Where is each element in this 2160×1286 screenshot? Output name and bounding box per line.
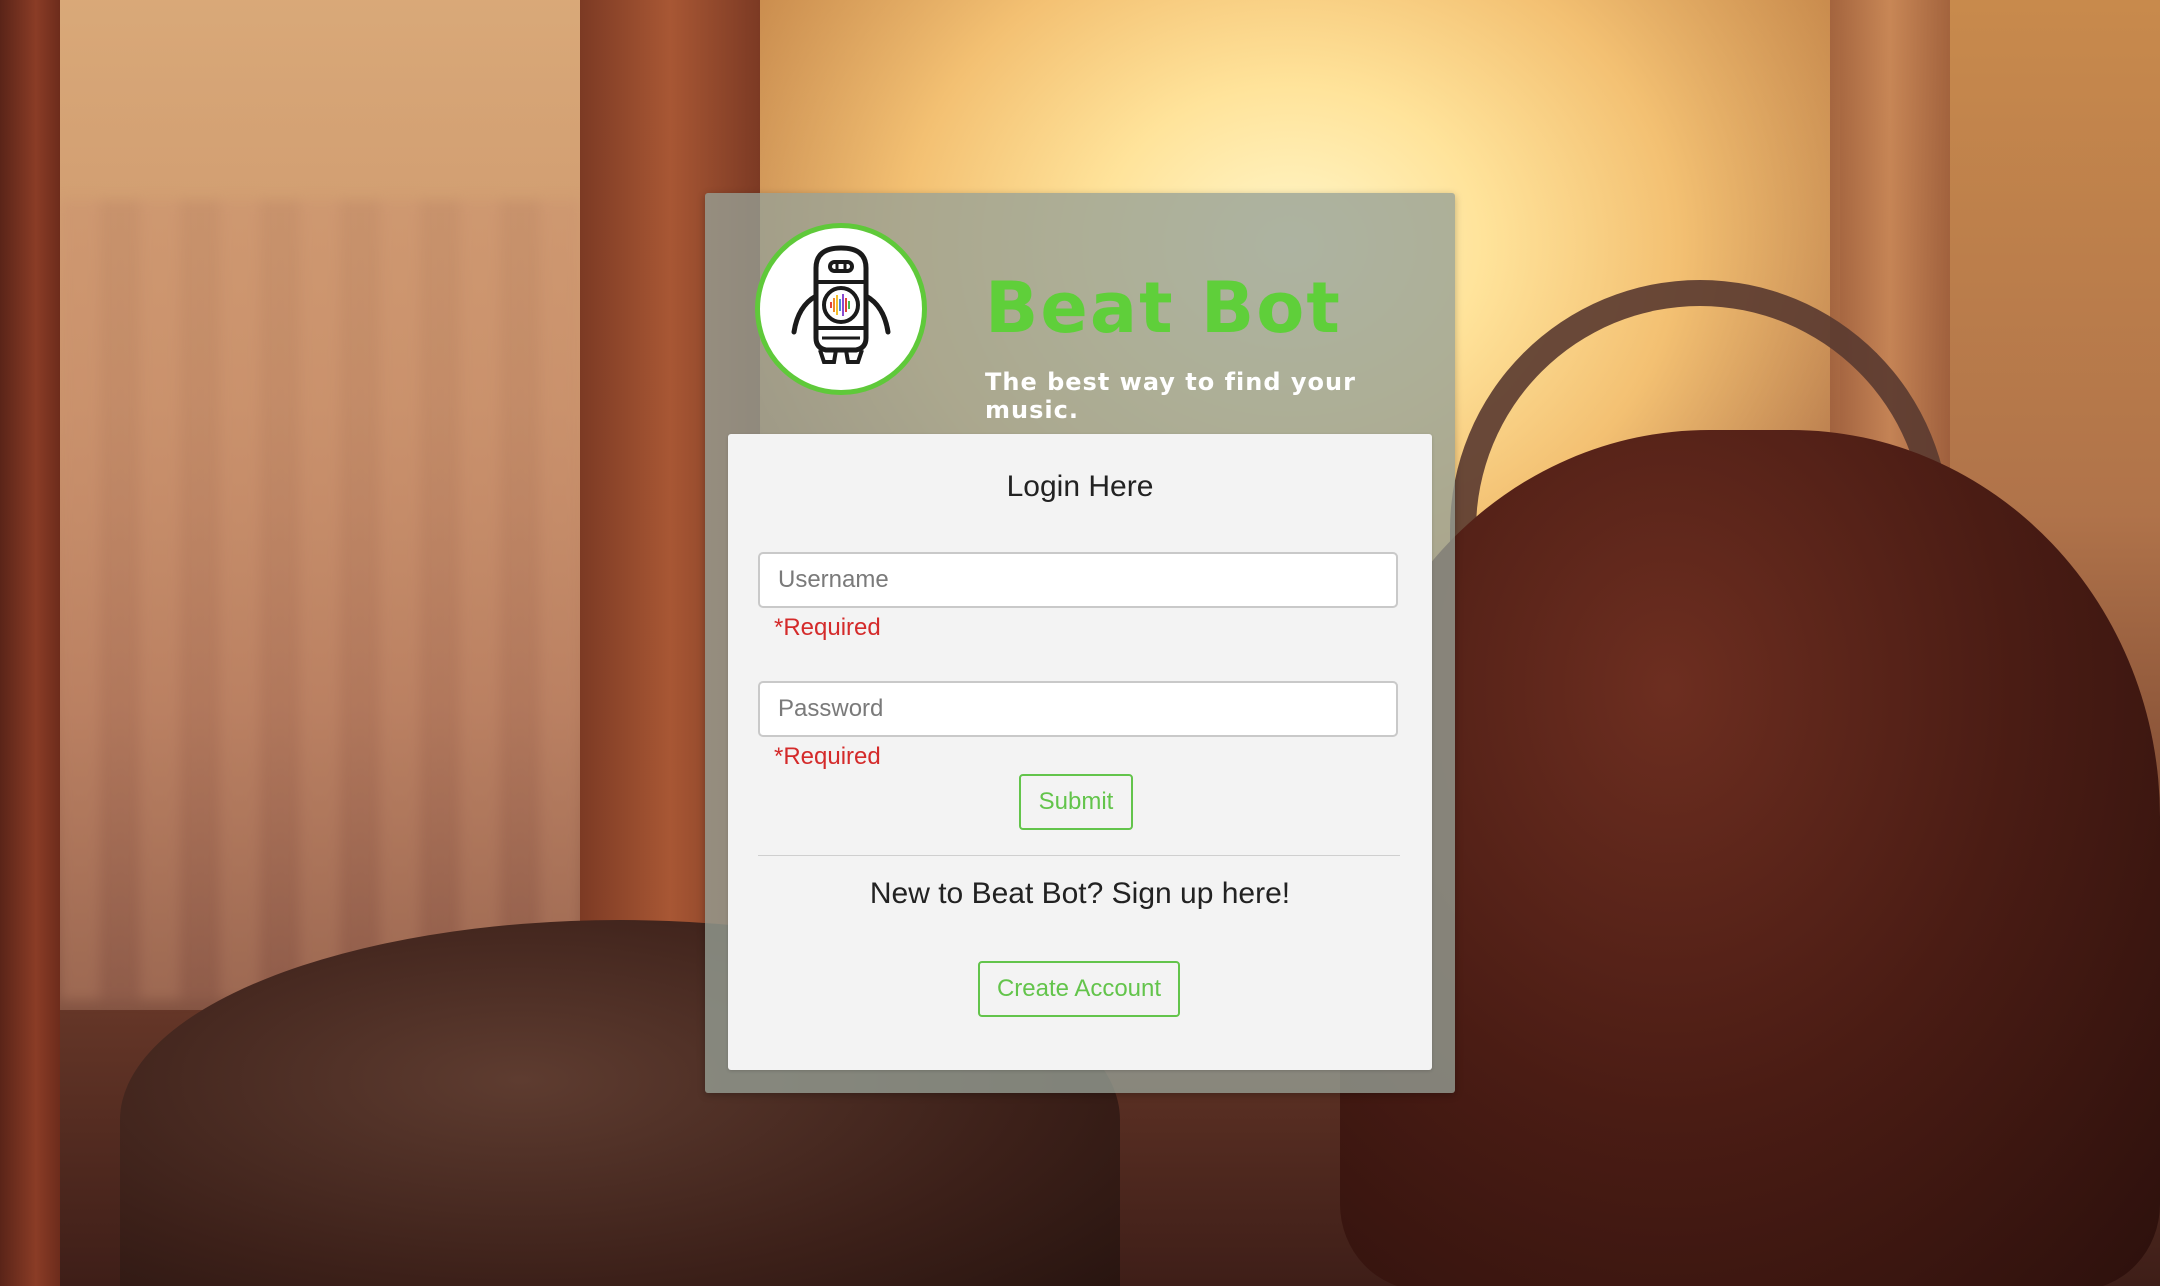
signup-prompt: New to Beat Bot? Sign up here! [869,877,1291,910]
submit-button[interactable]: Submit [1019,774,1133,830]
username-required-message: *Required [774,614,881,641]
login-card: Login Here *Required *Required Submit Ne… [728,434,1432,1070]
background-person [1340,430,2160,1286]
login-heading: Login Here [1006,470,1154,503]
divider [758,855,1400,856]
background-curtain [0,0,60,1286]
password-required-message: *Required [774,743,881,770]
brand-tagline: The best way to find your music. [985,368,1356,424]
password-input[interactable] [758,681,1398,737]
create-account-button[interactable]: Create Account [978,961,1180,1017]
username-input[interactable] [758,552,1398,608]
login-panel: Beat Bot The best way to find your music… [705,193,1455,1093]
brand-title: Beat Bot [985,267,1342,349]
robot-logo-icon [755,223,927,395]
background-city [60,200,580,1000]
